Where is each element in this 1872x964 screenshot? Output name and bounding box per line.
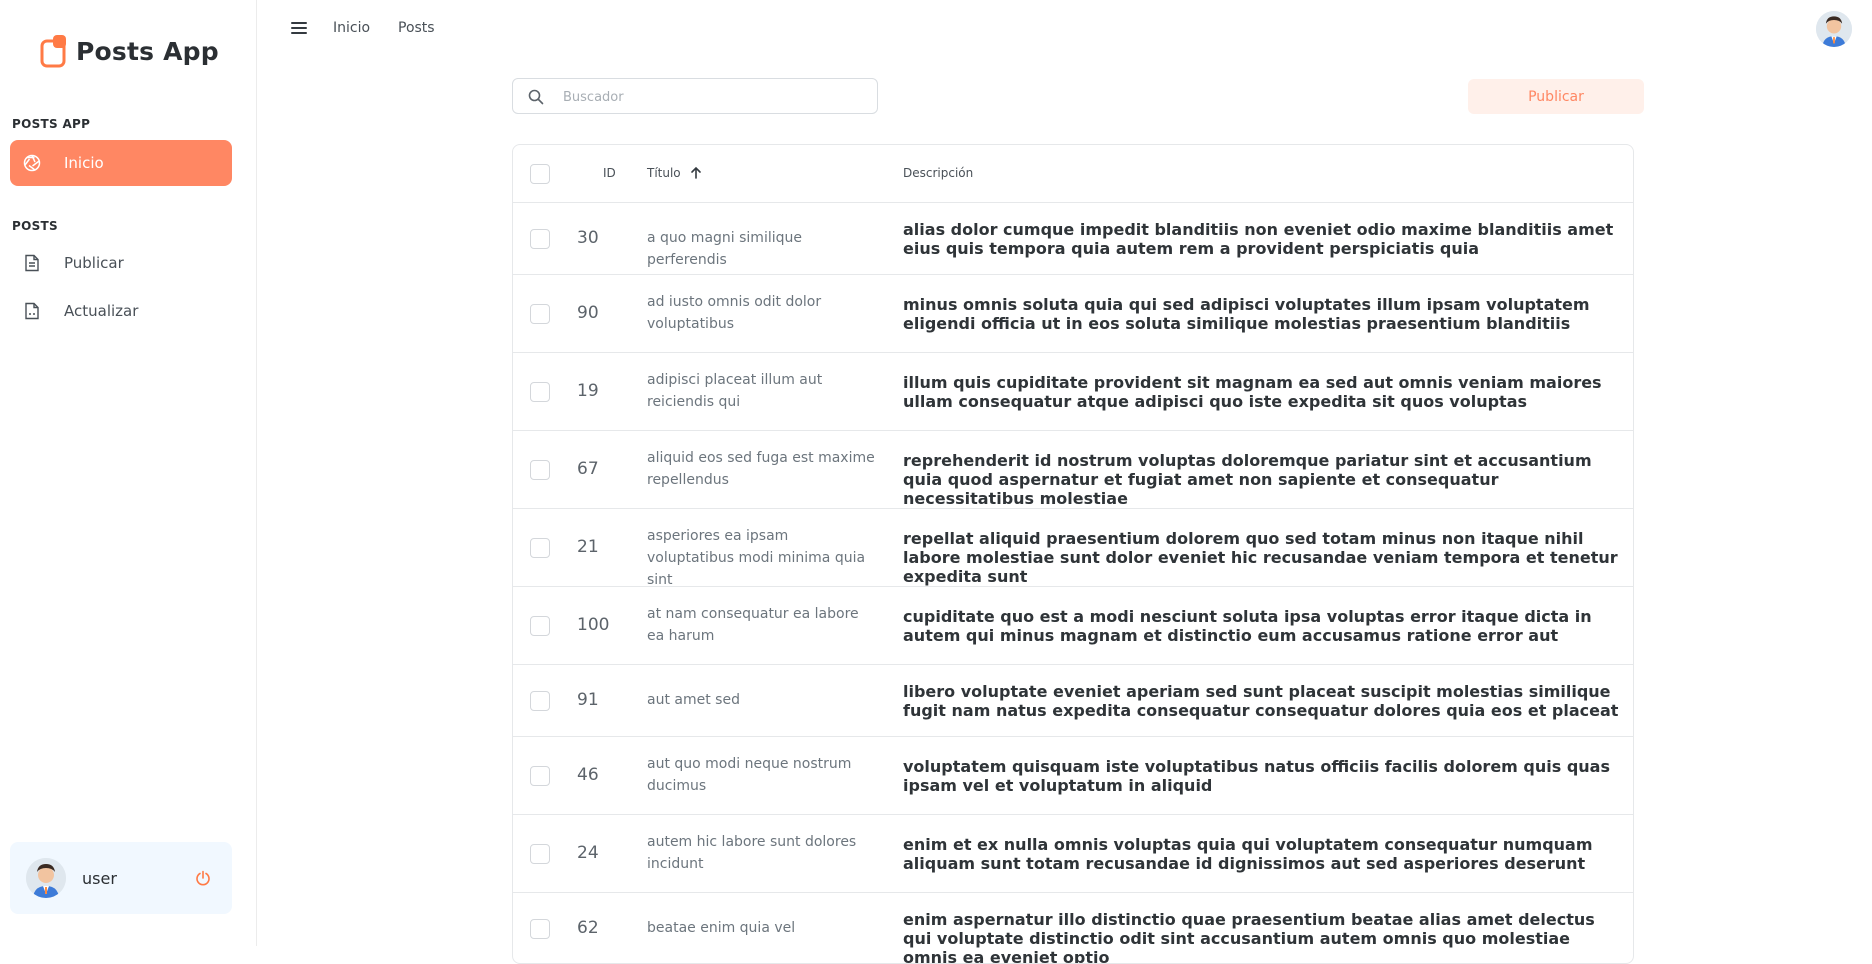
avatar[interactable] xyxy=(1816,11,1852,47)
row-title: ad iusto omnis odit dolor voluptatibus xyxy=(647,294,822,332)
column-header-title-label: Título xyxy=(647,166,681,180)
search-input[interactable] xyxy=(563,86,863,108)
table-row[interactable]: 90 ad iusto omnis odit dolor voluptatibu… xyxy=(513,275,1633,353)
row-description: cupiditate quo est a modi nesciunt solut… xyxy=(903,607,1592,645)
select-all-checkbox[interactable] xyxy=(530,164,550,184)
document-icon xyxy=(22,253,42,273)
row-checkbox[interactable] xyxy=(530,460,550,480)
column-header-title[interactable]: Título xyxy=(647,166,703,180)
row-description: repellat aliquid praesentium dolorem quo… xyxy=(903,529,1618,586)
row-id: 91 xyxy=(577,690,599,710)
table-row[interactable]: 46 aut quo modi neque nostrum ducimus vo… xyxy=(513,737,1633,815)
sidebar-item-label: Actualizar xyxy=(64,302,139,320)
sidebar-item-label: Publicar xyxy=(64,254,124,272)
hamburger-menu-icon[interactable] xyxy=(289,18,309,38)
table-header: ID Título Descripción xyxy=(513,145,1633,203)
aperture-icon xyxy=(22,153,42,173)
row-checkbox[interactable] xyxy=(530,844,550,864)
row-checkbox[interactable] xyxy=(530,616,550,636)
section-label-posts-app: POSTS APP xyxy=(12,117,91,131)
row-description: voluptatem quisquam iste voluptatibus na… xyxy=(903,757,1610,795)
row-title: a quo magni similique perferendis xyxy=(647,230,802,268)
row-title: beatae enim quia vel xyxy=(647,920,796,936)
row-description: alias dolor cumque impedit blanditiis no… xyxy=(903,220,1614,258)
power-icon[interactable] xyxy=(188,863,218,893)
table-row[interactable]: 67 aliquid eos sed fuga est maxime repel… xyxy=(513,431,1633,509)
row-title: asperiores ea ipsam voluptatibus modi mi… xyxy=(647,528,866,588)
table-row[interactable]: 62 beatae enim quia vel enim aspernatur … xyxy=(513,893,1633,964)
row-id: 30 xyxy=(577,228,599,248)
section-label-posts: POSTS xyxy=(12,219,58,233)
row-description: enim et ex nulla omnis voluptas quia qui… xyxy=(903,835,1593,873)
table-row[interactable]: 91 aut amet sed libero voluptate eveniet… xyxy=(513,665,1633,737)
table-row[interactable]: 100 at nam consequatur ea labore ea haru… xyxy=(513,587,1633,665)
search-icon xyxy=(528,89,544,105)
row-title: at nam consequatur ea labore ea harum xyxy=(647,606,859,644)
row-checkbox[interactable] xyxy=(530,382,550,402)
row-checkbox[interactable] xyxy=(530,304,550,324)
publish-button[interactable]: Publicar xyxy=(1468,79,1644,114)
sidebar-item-actualizar[interactable]: Actualizar xyxy=(10,288,232,334)
row-id: 19 xyxy=(577,381,599,401)
column-header-id[interactable]: ID xyxy=(603,166,616,180)
row-id: 46 xyxy=(577,765,599,785)
sidebar: Posts App POSTS APP Inicio POSTS Publica… xyxy=(0,0,257,946)
row-title: aliquid eos sed fuga est maxime repellen… xyxy=(647,450,875,488)
row-id: 90 xyxy=(577,303,599,323)
row-id: 21 xyxy=(577,537,599,557)
row-id: 24 xyxy=(577,843,599,863)
sort-ascending-icon xyxy=(690,166,701,179)
row-description: illum quis cupiditate provident sit magn… xyxy=(903,373,1602,411)
row-description: libero voluptate eveniet aperiam sed sun… xyxy=(903,682,1619,720)
row-title: autem hic labore sunt dolores incidunt xyxy=(647,834,857,872)
row-checkbox[interactable] xyxy=(530,919,550,939)
posts-table: ID Título Descripción 30 a quo magni sim… xyxy=(512,144,1634,964)
column-header-description[interactable]: Descripción xyxy=(903,166,973,180)
row-checkbox[interactable] xyxy=(530,538,550,558)
topbar-link-posts[interactable]: Posts xyxy=(398,20,435,36)
app-name: Posts App xyxy=(76,36,219,66)
row-id: 62 xyxy=(577,918,599,938)
row-title: aut quo modi neque nostrum ducimus xyxy=(647,756,852,794)
topbar: Inicio Posts xyxy=(257,0,1872,58)
document-icon xyxy=(22,301,42,321)
row-description: minus omnis soluta quia qui sed adipisci… xyxy=(903,295,1590,333)
row-id: 100 xyxy=(577,615,610,635)
row-title: adipisci placeat illum aut reiciendis qu… xyxy=(647,372,823,410)
row-title: aut amet sed xyxy=(647,692,740,708)
table-row[interactable]: 21 asperiores ea ipsam voluptatibus modi… xyxy=(513,509,1633,588)
row-checkbox[interactable] xyxy=(530,691,550,711)
app-logo-icon xyxy=(40,34,68,68)
row-checkbox[interactable] xyxy=(530,766,550,786)
topbar-link-inicio[interactable]: Inicio xyxy=(333,20,370,36)
user-card: user xyxy=(10,842,232,914)
search-box xyxy=(512,78,878,114)
avatar[interactable] xyxy=(26,858,66,898)
table-row[interactable]: 19 adipisci placeat illum aut reiciendis… xyxy=(513,353,1633,431)
user-name: user xyxy=(82,868,117,888)
row-description: reprehenderit id nostrum voluptas dolore… xyxy=(903,451,1592,508)
row-id: 67 xyxy=(577,459,599,479)
sidebar-item-inicio[interactable]: Inicio xyxy=(10,140,232,186)
table-row[interactable]: 24 autem hic labore sunt dolores incidun… xyxy=(513,815,1633,893)
row-description: enim aspernatur illo distinctio quae pra… xyxy=(903,910,1595,964)
sidebar-item-publicar[interactable]: Publicar xyxy=(10,240,232,286)
row-checkbox[interactable] xyxy=(530,229,550,249)
table-row[interactable]: 30 a quo magni similique perferendis ali… xyxy=(513,203,1633,275)
sidebar-item-label: Inicio xyxy=(64,154,104,172)
app-logo[interactable]: Posts App xyxy=(40,34,219,68)
